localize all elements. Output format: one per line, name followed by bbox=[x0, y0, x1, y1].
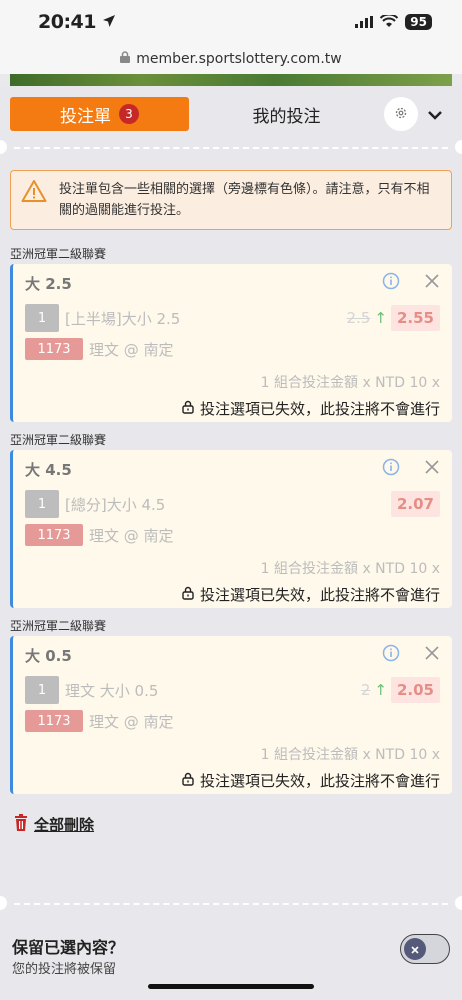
delete-all-button[interactable]: 全部刪除 bbox=[14, 814, 448, 835]
market-name: [總分]大小 4.5 bbox=[65, 495, 166, 514]
league-name: 亞洲冠軍二級聯賽 bbox=[10, 246, 107, 261]
combo-amount: 1 組合投注金額 x NTD 10 x bbox=[260, 747, 440, 763]
leg-number: 1 bbox=[25, 676, 59, 704]
settings-button[interactable] bbox=[384, 97, 418, 131]
old-odds: 2.5 bbox=[346, 309, 371, 327]
market-name: 理文 大小 0.5 bbox=[65, 681, 159, 700]
bet-card: 大 0.5 1 理文 大小 0.5 2 ↑ 2.05 1173 理文 @ 南定 … bbox=[10, 636, 452, 794]
match-id-badge: 1173 bbox=[25, 524, 83, 546]
clock: 20:41 bbox=[38, 11, 96, 33]
close-icon[interactable] bbox=[424, 645, 440, 665]
match-name: 理文 @ 南定 bbox=[89, 340, 174, 359]
combo-amount: 1 組合投注金額 x NTD 10 x bbox=[260, 561, 440, 577]
invalid-message: 投注選項已失效，此投注將不會進行 bbox=[25, 584, 440, 605]
location-icon bbox=[102, 11, 116, 33]
combo-amount: 1 組合投注金額 x NTD 10 x bbox=[260, 375, 440, 391]
tab-betslip-label: 投注單 bbox=[60, 106, 111, 127]
divider bbox=[0, 140, 462, 154]
toggle-knob bbox=[404, 938, 426, 960]
gear-icon bbox=[394, 105, 408, 124]
battery-indicator: 95 bbox=[405, 14, 432, 30]
status-bar: 20:41 95 bbox=[0, 0, 462, 44]
bet-card: 大 2.5 1 [上半場]大小 2.5 2.5 ↑ 2.55 1173 理文 @… bbox=[10, 264, 452, 422]
bet-title: 大 0.5 bbox=[25, 646, 72, 665]
tab-betslip[interactable]: 投注單 3 bbox=[10, 97, 189, 131]
betslip-panel: 投注單 3 我的投注 投注單包含一些相關的選擇（旁邊標有色條）。請注意，只有不相… bbox=[0, 86, 462, 1000]
close-icon[interactable] bbox=[424, 273, 440, 293]
leg-number: 1 bbox=[25, 304, 59, 332]
odds-value: 2.55 bbox=[390, 305, 440, 331]
invalid-text: 投注選項已失效，此投注將不會進行 bbox=[199, 772, 440, 790]
url-bar[interactable]: member.sportslottery.com.tw bbox=[0, 44, 462, 74]
tab-my-bets[interactable]: 我的投注 bbox=[189, 102, 384, 127]
bet-card: 大 4.5 1 [總分]大小 4.5 2.07 1173 理文 @ 南定 1 組… bbox=[10, 450, 452, 608]
collapse-button[interactable] bbox=[418, 97, 452, 131]
trash-icon bbox=[14, 814, 28, 835]
signal-icon bbox=[355, 13, 374, 32]
lock-icon bbox=[120, 51, 131, 67]
padlock-icon bbox=[182, 400, 194, 418]
padlock-icon bbox=[182, 586, 194, 604]
divider bbox=[0, 896, 462, 910]
match-name: 理文 @ 南定 bbox=[89, 526, 174, 545]
invalid-text: 投注選項已失效，此投注將不會進行 bbox=[199, 586, 440, 604]
delete-all-label: 全部刪除 bbox=[34, 816, 95, 834]
betslip-count-badge: 3 bbox=[119, 104, 139, 124]
odds-value: 2.07 bbox=[390, 491, 440, 517]
bet-title: 大 2.5 bbox=[25, 274, 72, 293]
info-icon[interactable] bbox=[382, 644, 400, 666]
warning-icon bbox=[21, 179, 47, 207]
league-name: 亞洲冠軍二級聯賽 bbox=[10, 618, 107, 633]
close-icon bbox=[410, 940, 420, 959]
url-text: member.sportslottery.com.tw bbox=[136, 51, 342, 67]
keep-title: 保留已選內容？ bbox=[12, 938, 125, 957]
chevron-down-icon bbox=[427, 105, 443, 124]
match-id-badge: 1173 bbox=[25, 710, 83, 732]
arrow-up-icon: ↑ bbox=[374, 681, 387, 699]
close-icon[interactable] bbox=[424, 459, 440, 479]
keep-toggle[interactable] bbox=[400, 934, 450, 964]
home-indicator[interactable] bbox=[148, 984, 314, 989]
bet-title: 大 4.5 bbox=[25, 460, 72, 479]
invalid-text: 投注選項已失效，此投注將不會進行 bbox=[199, 400, 440, 418]
keep-subtitle: 您的投注將被保留 bbox=[12, 962, 117, 977]
notice-text: 投注單包含一些相關的選擇（旁邊標有色條）。請注意，只有不相關的過關能進行投注。 bbox=[59, 182, 430, 218]
banner-image bbox=[10, 74, 452, 86]
old-odds: 2 bbox=[360, 681, 371, 699]
invalid-message: 投注選項已失效，此投注將不會進行 bbox=[25, 398, 440, 419]
warning-notice: 投注單包含一些相關的選擇（旁邊標有色條）。請注意，只有不相關的過關能進行投注。 bbox=[10, 170, 452, 230]
invalid-message: 投注選項已失效，此投注將不會進行 bbox=[25, 770, 440, 791]
league-name: 亞洲冠軍二級聯賽 bbox=[10, 432, 107, 447]
match-name: 理文 @ 南定 bbox=[89, 712, 174, 731]
odds-value: 2.05 bbox=[390, 677, 440, 703]
leg-number: 1 bbox=[25, 490, 59, 518]
arrow-up-icon: ↑ bbox=[374, 309, 387, 327]
match-id-badge: 1173 bbox=[25, 338, 83, 360]
betslip-header: 投注單 3 我的投注 bbox=[0, 86, 462, 142]
padlock-icon bbox=[182, 772, 194, 790]
info-icon[interactable] bbox=[382, 272, 400, 294]
info-icon[interactable] bbox=[382, 458, 400, 480]
wifi-icon bbox=[380, 13, 399, 32]
market-name: [上半場]大小 2.5 bbox=[65, 309, 181, 328]
